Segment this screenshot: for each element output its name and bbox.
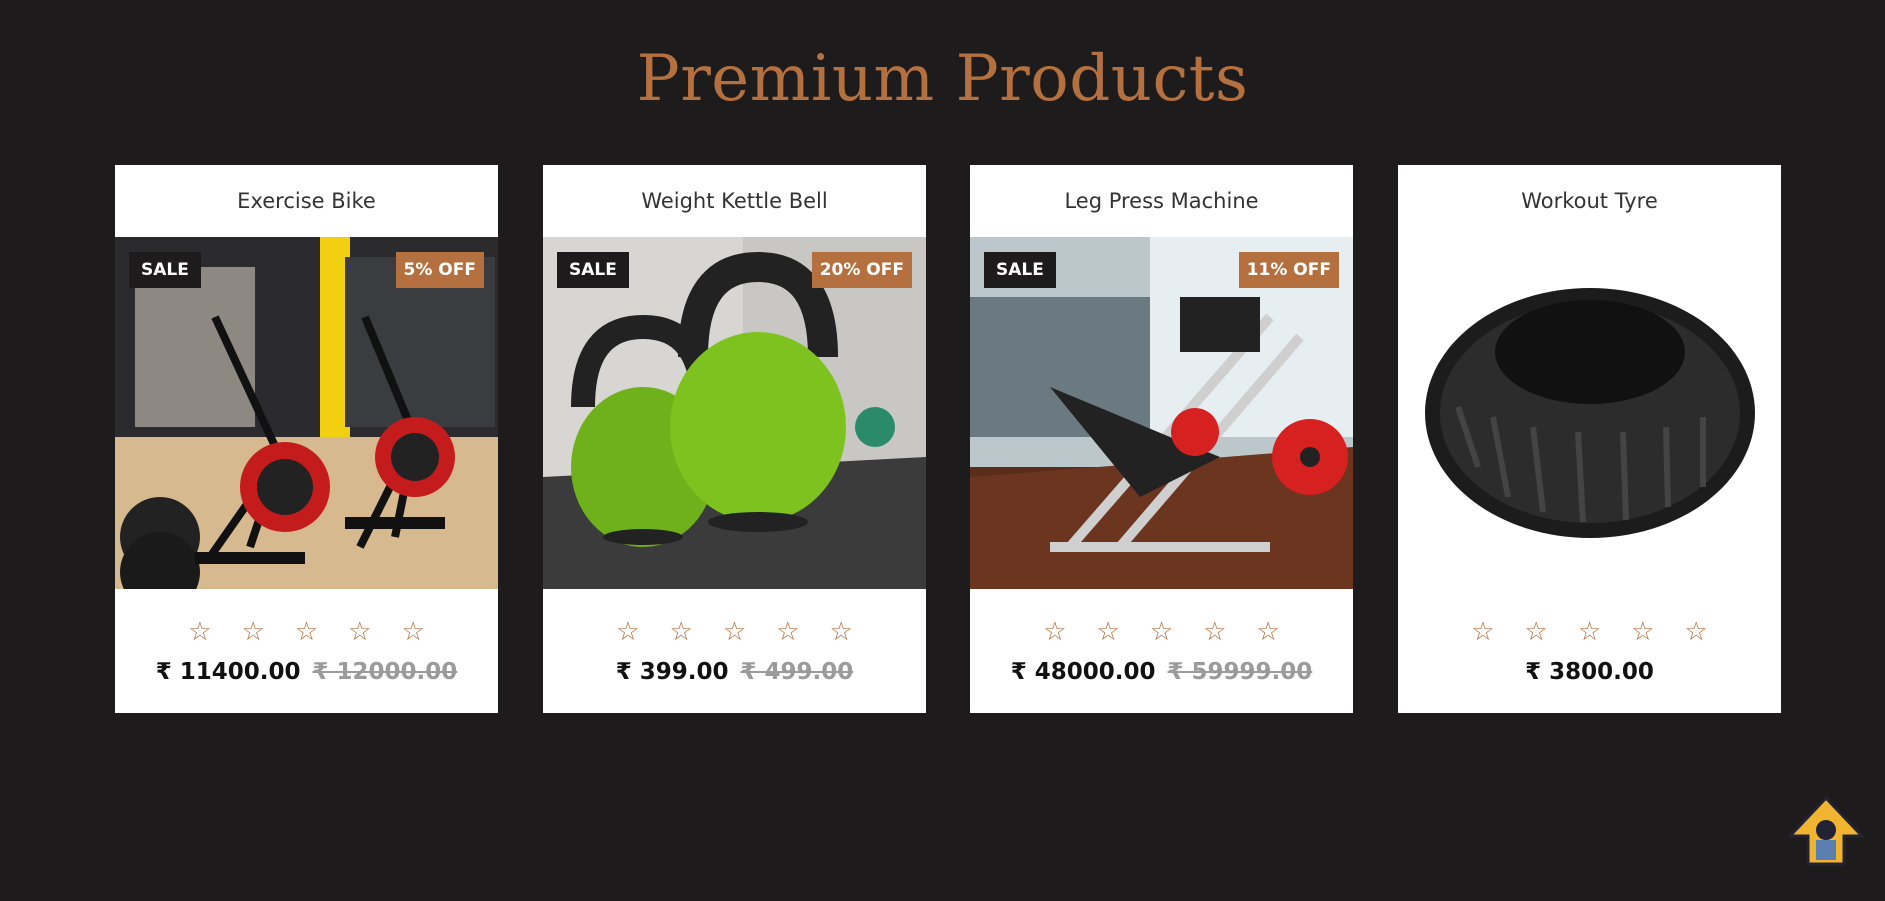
old-price: ₹ 12000.00 bbox=[312, 659, 458, 685]
rating-stars[interactable]: ☆ ☆ ☆ ☆ ☆ bbox=[1398, 617, 1781, 647]
star-icon[interactable]: ☆ bbox=[1097, 617, 1120, 647]
discount-badge: 20% OFF bbox=[811, 252, 912, 288]
price-row: ₹ 48000.00 ₹ 59999.00 bbox=[970, 659, 1353, 685]
star-icon[interactable]: ☆ bbox=[188, 617, 211, 647]
price-row: ₹ 3800.00 bbox=[1398, 659, 1781, 685]
discount-badge: 5% OFF bbox=[395, 252, 484, 288]
sale-badge: SALE bbox=[129, 252, 201, 288]
scroll-to-top-button[interactable] bbox=[1786, 795, 1866, 866]
product-image[interactable] bbox=[1398, 237, 1781, 589]
star-icon[interactable]: ☆ bbox=[1203, 617, 1226, 647]
star-icon[interactable]: ☆ bbox=[829, 617, 852, 647]
price: ₹ 11400.00 bbox=[155, 659, 301, 685]
product-image[interactable]: SALE 20% OFF bbox=[543, 237, 926, 589]
price-row: ₹ 11400.00 ₹ 12000.00 bbox=[115, 659, 498, 685]
star-icon[interactable]: ☆ bbox=[401, 617, 424, 647]
star-icon[interactable]: ☆ bbox=[1684, 617, 1707, 647]
product-name[interactable]: Workout Tyre bbox=[1398, 165, 1781, 237]
star-icon[interactable]: ☆ bbox=[776, 617, 799, 647]
rating-stars[interactable]: ☆ ☆ ☆ ☆ ☆ bbox=[970, 617, 1353, 647]
product-card-kettle-bell[interactable]: Weight Kettle Bell SALE 20% OFF ☆ ☆ ☆ ☆ ☆ ₹ … bbox=[543, 165, 926, 713]
rating-stars[interactable]: ☆ ☆ ☆ ☆ ☆ bbox=[115, 617, 498, 647]
product-card-exercise-bike[interactable]: Exercise Bike SALE 5% OFF ☆ ☆ ☆ ☆ ☆ ₹ 11… bbox=[115, 165, 498, 713]
price: ₹ 399.00 bbox=[615, 659, 729, 685]
star-icon[interactable]: ☆ bbox=[723, 617, 746, 647]
star-icon[interactable]: ☆ bbox=[1631, 617, 1654, 647]
price: ₹ 48000.00 bbox=[1010, 659, 1156, 685]
old-price: ₹ 499.00 bbox=[740, 659, 854, 685]
product-card-leg-press[interactable]: Leg Press Machine SALE 11% OFF ☆ ☆ ☆ ☆ ☆ ₹ 4… bbox=[970, 165, 1353, 713]
star-icon[interactable]: ☆ bbox=[670, 617, 693, 647]
product-image[interactable]: SALE 5% OFF bbox=[115, 237, 498, 589]
star-icon[interactable]: ☆ bbox=[348, 617, 371, 647]
star-icon[interactable]: ☆ bbox=[1471, 617, 1494, 647]
star-icon[interactable]: ☆ bbox=[295, 617, 318, 647]
product-name[interactable]: Exercise Bike bbox=[115, 165, 498, 237]
sale-badge: SALE bbox=[557, 252, 629, 288]
star-icon[interactable]: ☆ bbox=[616, 617, 639, 647]
product-image[interactable]: SALE 11% OFF bbox=[970, 237, 1353, 589]
price: ₹ 3800.00 bbox=[1525, 659, 1654, 685]
arrow-up-icon bbox=[1786, 795, 1866, 866]
section-title: Premium Products bbox=[636, 42, 1249, 116]
star-icon[interactable]: ☆ bbox=[1256, 617, 1279, 647]
star-icon[interactable]: ☆ bbox=[1578, 617, 1601, 647]
product-name[interactable]: Leg Press Machine bbox=[970, 165, 1353, 237]
product-card-workout-tyre[interactable]: Workout Tyre ☆ ☆ ☆ ☆ ☆ ₹ 3800.00 bbox=[1398, 165, 1781, 713]
price-row: ₹ 399.00 ₹ 499.00 bbox=[543, 659, 926, 685]
old-price: ₹ 59999.00 bbox=[1167, 659, 1313, 685]
star-icon[interactable]: ☆ bbox=[1525, 617, 1548, 647]
rating-stars[interactable]: ☆ ☆ ☆ ☆ ☆ bbox=[543, 617, 926, 647]
star-icon[interactable]: ☆ bbox=[1150, 617, 1173, 647]
sale-badge: SALE bbox=[984, 252, 1056, 288]
discount-badge: 11% OFF bbox=[1238, 252, 1339, 288]
product-name[interactable]: Weight Kettle Bell bbox=[543, 165, 926, 237]
star-icon[interactable]: ☆ bbox=[242, 617, 265, 647]
star-icon[interactable]: ☆ bbox=[1043, 617, 1066, 647]
